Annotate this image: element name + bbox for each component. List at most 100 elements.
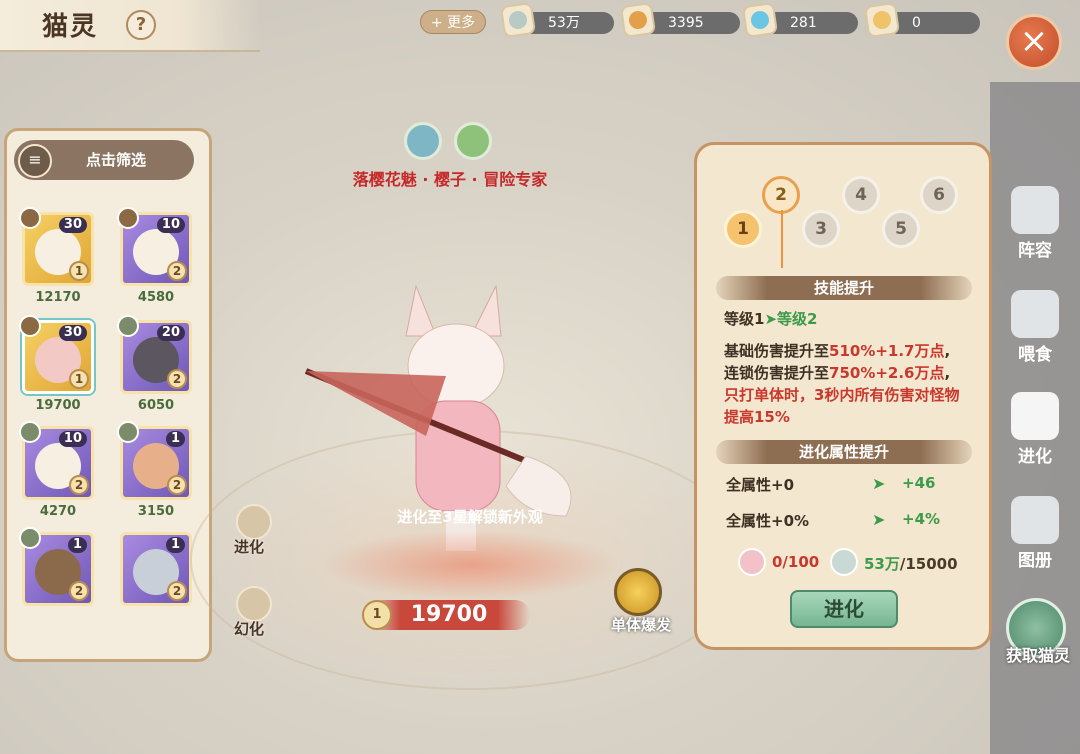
help-button[interactable]: ? bbox=[126, 10, 156, 40]
cat-level: 10 bbox=[58, 431, 87, 447]
cat-power: 6050 bbox=[137, 398, 175, 413]
level-from: 等级1 bbox=[724, 310, 765, 328]
page-title: 猫灵 bbox=[42, 12, 99, 42]
sidebar-item-label: 进化 bbox=[1018, 447, 1052, 467]
cat-card-selected[interactable]: 30 1 bbox=[19, 315, 94, 394]
cat-level: 10 bbox=[156, 217, 185, 233]
star-power-icon: 1 bbox=[362, 600, 392, 630]
resource-fish-value: 3395 bbox=[668, 15, 704, 31]
evolve-button[interactable]: 进化 bbox=[790, 590, 898, 628]
cat-star: 2 bbox=[167, 369, 187, 389]
skill-level-change: 等级1➤等级2 bbox=[724, 308, 980, 330]
star-node[interactable]: 4 bbox=[842, 176, 880, 214]
evolve-glow bbox=[320, 530, 620, 600]
attr-gain: +4% bbox=[902, 510, 941, 528]
cat-power: 4270 bbox=[39, 504, 77, 519]
star-node[interactable]: 5 bbox=[882, 210, 920, 248]
cat-card[interactable]: 1 2 bbox=[19, 527, 94, 606]
cat-level: 30 bbox=[58, 325, 87, 341]
level-arrow-icon: ➤ bbox=[764, 310, 778, 328]
star-node[interactable]: 1 bbox=[724, 210, 762, 248]
cat-star: 2 bbox=[167, 261, 187, 281]
cost-feather-need: /15000 bbox=[899, 555, 958, 573]
cat-card[interactable]: 20 2 bbox=[117, 315, 192, 394]
evolve-tab-label[interactable]: 进化 bbox=[234, 536, 264, 557]
cat-card[interactable]: 1 2 bbox=[117, 421, 192, 500]
leaf-bond-icon[interactable] bbox=[454, 122, 492, 160]
sword-badge-icon bbox=[117, 207, 139, 229]
feather-bond-icon[interactable] bbox=[404, 122, 442, 160]
more-button[interactable]: + 更多 bbox=[420, 10, 486, 34]
skill-burst-icon[interactable] bbox=[614, 568, 662, 616]
skill-line-base: 基础伤害提升至510%+1.7万点, bbox=[724, 340, 980, 362]
skill-line-value: 510%+1.7万点 bbox=[829, 342, 945, 360]
attr-gain: +46 bbox=[902, 474, 936, 492]
level-to: 等级2 bbox=[777, 310, 818, 328]
skill-extra: 只打单体时，3秒内所有伤害对怪物提高15% bbox=[724, 386, 960, 426]
cat-star: 1 bbox=[69, 261, 89, 281]
skill-line-chain: 连锁伤害提升至750%+2.6万点, bbox=[724, 362, 980, 384]
sword-badge-icon bbox=[19, 207, 41, 229]
flower-badge-icon bbox=[19, 421, 41, 443]
feather-icon bbox=[830, 548, 858, 576]
sidebar-item-team[interactable]: 阵容 bbox=[990, 178, 1080, 268]
power-value: 19700 bbox=[368, 600, 530, 630]
attr-row: 全属性+0 ➤ +46 bbox=[726, 474, 956, 495]
team-icon bbox=[1011, 186, 1059, 234]
resource-feather-value: 53万 bbox=[548, 15, 580, 31]
cat-star: 1 bbox=[69, 369, 89, 389]
book-icon bbox=[1011, 496, 1059, 544]
flower-badge-icon bbox=[117, 315, 139, 337]
cat-level: 1 bbox=[165, 431, 185, 447]
cat-star: 2 bbox=[167, 581, 187, 601]
cat-power: 4580 bbox=[137, 290, 175, 305]
attr-label: 全属性+0 bbox=[726, 476, 795, 494]
paw-icon bbox=[1011, 392, 1059, 440]
gem-icon bbox=[741, 1, 779, 39]
cat-level: 1 bbox=[165, 537, 185, 553]
evolve-tab-icon[interactable] bbox=[236, 504, 272, 540]
sidebar-item-gallery[interactable]: 图册 bbox=[990, 488, 1080, 578]
sidebar-item-label: 喂食 bbox=[1018, 345, 1052, 365]
cat-power: 12170 bbox=[35, 290, 81, 305]
cat-power: 19700 bbox=[35, 398, 81, 413]
filter-icon[interactable]: ≡ bbox=[18, 144, 52, 178]
attr-arrow-icon: ➤ bbox=[872, 510, 886, 529]
feather-icon bbox=[499, 1, 537, 39]
feed-icon bbox=[1011, 290, 1059, 338]
unlock-hint: 进化至3星解锁新外观 bbox=[397, 508, 543, 526]
character-name: 落樱花魅 · 樱子 · 冒险专家 bbox=[352, 170, 548, 189]
attr-label: 全属性+0% bbox=[726, 512, 810, 530]
skill-line-prefix: 连锁伤害提升至 bbox=[724, 364, 830, 382]
close-icon: × bbox=[1019, 21, 1049, 61]
skin-tab-icon[interactable] bbox=[236, 586, 272, 622]
cat-card[interactable]: 1 2 bbox=[120, 532, 192, 606]
resource-gem-value: 281 bbox=[790, 15, 817, 31]
cat-star: 2 bbox=[69, 475, 89, 495]
cat-card[interactable]: 10 2 bbox=[19, 421, 94, 500]
cat-star: 2 bbox=[69, 581, 89, 601]
skin-tab-label[interactable]: 幻化 bbox=[234, 618, 264, 639]
cost-feather-have: 53万 bbox=[864, 555, 900, 573]
cat-card[interactable]: 10 2 bbox=[117, 207, 192, 286]
close-button[interactable]: × bbox=[1006, 14, 1062, 70]
star-node[interactable]: 3 bbox=[802, 210, 840, 248]
skill-line-suffix: , bbox=[944, 364, 951, 382]
attr-section-title: 进化属性提升 bbox=[716, 440, 972, 464]
cost-feathers: 53万/15000 bbox=[864, 553, 958, 574]
cat-power: 3150 bbox=[137, 504, 175, 519]
get-cat-label[interactable]: 获取猫灵 bbox=[996, 642, 1080, 666]
flower-badge-icon bbox=[117, 421, 139, 443]
sidebar-item-feed[interactable]: 喂食 bbox=[990, 282, 1080, 372]
flower-badge-icon bbox=[19, 527, 41, 549]
sidebar-item-label: 阵容 bbox=[1018, 241, 1052, 261]
progress-pointer bbox=[781, 210, 783, 268]
star-node-current[interactable]: 2 bbox=[762, 176, 800, 214]
fish-icon bbox=[619, 1, 657, 39]
star-node[interactable]: 6 bbox=[920, 176, 958, 214]
skill-type-label[interactable]: 单体爆发 bbox=[596, 614, 686, 635]
cat-level: 30 bbox=[58, 217, 87, 233]
sidebar-item-evolve[interactable]: 进化 bbox=[990, 384, 1080, 474]
cat-level: 20 bbox=[156, 325, 185, 341]
cat-card[interactable]: 30 1 bbox=[19, 207, 94, 286]
